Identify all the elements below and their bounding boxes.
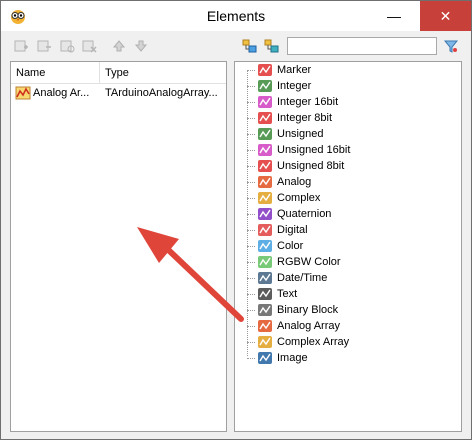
tree-item-label: Binary Block bbox=[277, 304, 339, 316]
integer-icon bbox=[258, 80, 272, 92]
tree-branch bbox=[247, 358, 255, 359]
close-icon: ✕ bbox=[439, 7, 452, 24]
panel-splitter[interactable] bbox=[227, 61, 233, 432]
tree-item-label: Complex bbox=[277, 192, 321, 204]
tree-branch bbox=[247, 150, 255, 151]
tree-branch bbox=[247, 326, 255, 327]
complex-icon bbox=[258, 192, 272, 204]
tree-item-label: Text bbox=[277, 288, 298, 300]
elements-table: Name Type Analog Ar... TArduinoAnalogArr… bbox=[10, 61, 227, 432]
tree-branch bbox=[247, 134, 255, 135]
quaternion-icon bbox=[258, 208, 272, 220]
tree-branch bbox=[247, 70, 255, 71]
collapse-tree-icon[interactable] bbox=[264, 38, 280, 54]
tree-branch bbox=[247, 294, 255, 295]
tree-item-label: Integer 8bit bbox=[277, 112, 333, 124]
tree-branch bbox=[247, 214, 255, 215]
tree-item-label: Unsigned bbox=[277, 128, 324, 140]
analog-icon bbox=[258, 176, 272, 188]
tree-item-label: Unsigned 16bit bbox=[277, 144, 351, 156]
element-types-tree: Marker Integer Integer 16bit Integer 8bit Un… bbox=[234, 61, 462, 432]
tree-item-label: Digital bbox=[277, 224, 308, 236]
minimize-icon: — bbox=[387, 8, 401, 24]
date-time-icon bbox=[258, 272, 272, 284]
row-name-cell: Analog Ar... bbox=[15, 84, 99, 102]
tree-branch bbox=[247, 246, 255, 247]
tree-item-label: Marker bbox=[277, 64, 312, 76]
delete-icon[interactable] bbox=[81, 38, 97, 54]
tree-branch bbox=[247, 342, 255, 343]
marker-icon bbox=[258, 64, 272, 76]
integer-8bit-icon bbox=[258, 112, 272, 124]
tree-item-label: Color bbox=[277, 240, 304, 252]
tree-branch bbox=[247, 278, 255, 279]
tree-item-label: Analog Array bbox=[277, 320, 340, 332]
tree-item-label: Image bbox=[277, 352, 308, 364]
color-icon bbox=[258, 240, 272, 252]
binary-block-icon bbox=[258, 304, 272, 316]
tree-connector-line bbox=[247, 70, 248, 356]
tree-item-label: Quaternion bbox=[277, 208, 332, 220]
tree-branch bbox=[247, 166, 255, 167]
tree-item-label: Analog bbox=[277, 176, 312, 188]
tree-item-label: Integer bbox=[277, 80, 312, 92]
tree-item-label: RGBW Color bbox=[277, 256, 341, 268]
tree-branch bbox=[247, 118, 255, 119]
properties-icon[interactable] bbox=[59, 38, 75, 54]
analog-array-icon bbox=[15, 86, 31, 100]
move-up-icon[interactable] bbox=[111, 38, 127, 54]
analog-array-icon bbox=[258, 320, 272, 332]
add-element-icon[interactable] bbox=[13, 38, 29, 54]
unsigned-icon bbox=[258, 128, 272, 140]
complex-array-icon bbox=[258, 336, 272, 348]
integer-16bit-icon bbox=[258, 96, 272, 108]
row-name-text: Analog Ar... bbox=[33, 87, 90, 99]
tree-item-label: Complex Array bbox=[277, 336, 350, 348]
remove-element-icon[interactable] bbox=[36, 38, 52, 54]
table-row[interactable]: Analog Ar... TArduinoAnalogArray... bbox=[11, 84, 226, 102]
elements-window: Elements — ✕ Name Type Analog Ar... TArd… bbox=[0, 0, 472, 440]
tree-branch bbox=[247, 198, 255, 199]
tree-branch bbox=[247, 102, 255, 103]
rgbw-color-icon bbox=[258, 256, 272, 268]
minimize-button[interactable]: — bbox=[376, 1, 412, 31]
row-type-cell: TArduinoAnalogArray... bbox=[105, 87, 218, 99]
close-button[interactable]: ✕ bbox=[420, 1, 471, 31]
unsigned-8bit-icon bbox=[258, 160, 272, 172]
tree-branch bbox=[247, 86, 255, 87]
unsigned-16bit-icon bbox=[258, 144, 272, 156]
title-bar: Elements — ✕ bbox=[1, 1, 471, 31]
column-header-type[interactable]: Type bbox=[100, 62, 226, 84]
tree-item-label: Unsigned 8bit bbox=[277, 160, 345, 172]
tree-item-label: Date/Time bbox=[277, 272, 328, 284]
move-down-icon[interactable] bbox=[133, 38, 149, 54]
tree-branch bbox=[247, 262, 255, 263]
filter-input[interactable] bbox=[287, 37, 437, 55]
tree-branch bbox=[247, 230, 255, 231]
column-header-name[interactable]: Name bbox=[11, 62, 100, 84]
tree-branch bbox=[247, 182, 255, 183]
image-icon bbox=[258, 352, 272, 364]
tree-branch bbox=[247, 310, 255, 311]
expand-tree-icon[interactable] bbox=[242, 38, 258, 54]
tree-item-label: Integer 16bit bbox=[277, 96, 339, 108]
digital-icon bbox=[258, 224, 272, 236]
funnel-icon[interactable] bbox=[443, 38, 459, 54]
text-icon bbox=[258, 288, 272, 300]
